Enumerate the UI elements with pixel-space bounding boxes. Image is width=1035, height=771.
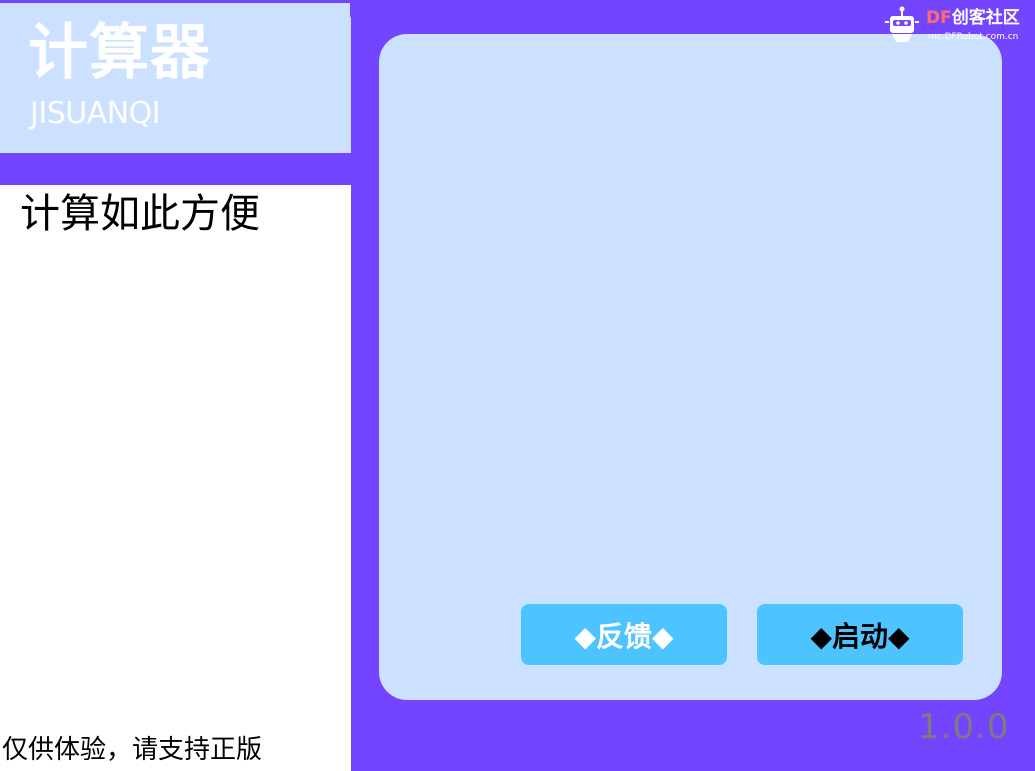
display-area[interactable] — [379, 34, 1002, 700]
logo-brand-name: 创客社区 — [951, 8, 1020, 28]
version-label: 1.0.0 — [918, 707, 1010, 747]
tagline-text: 计算如此方便 — [20, 191, 260, 237]
start-button[interactable]: ◆启动◆ — [757, 604, 963, 665]
logo-brand: DF创客社区 — [926, 8, 1020, 28]
feedback-button[interactable]: ◆反馈◆ — [521, 604, 727, 665]
panel-divider — [351, 0, 363, 771]
robot-icon — [885, 6, 919, 42]
header-divider-band — [0, 153, 356, 185]
logo-url: mc.DFRobot.com.cn — [928, 32, 1019, 42]
header-block: 计算器 JISUANQI — [0, 0, 356, 153]
disclaimer-text: 仅供体验，请支持正版 — [2, 735, 263, 765]
app-title: 计算器 — [28, 18, 211, 88]
app-window: 计算器 JISUANQI 计算如此方便 仅供体验，请支持正版 ◆反馈◆ ◆启动◆… — [0, 0, 1035, 771]
dfrobot-logo: DF创客社区 mc.DFRobot.com.cn — [882, 6, 1022, 46]
logo-brand-prefix: DF — [926, 8, 952, 28]
app-subtitle: JISUANQI — [30, 96, 161, 131]
panel-divider-notch — [350, 0, 364, 24]
